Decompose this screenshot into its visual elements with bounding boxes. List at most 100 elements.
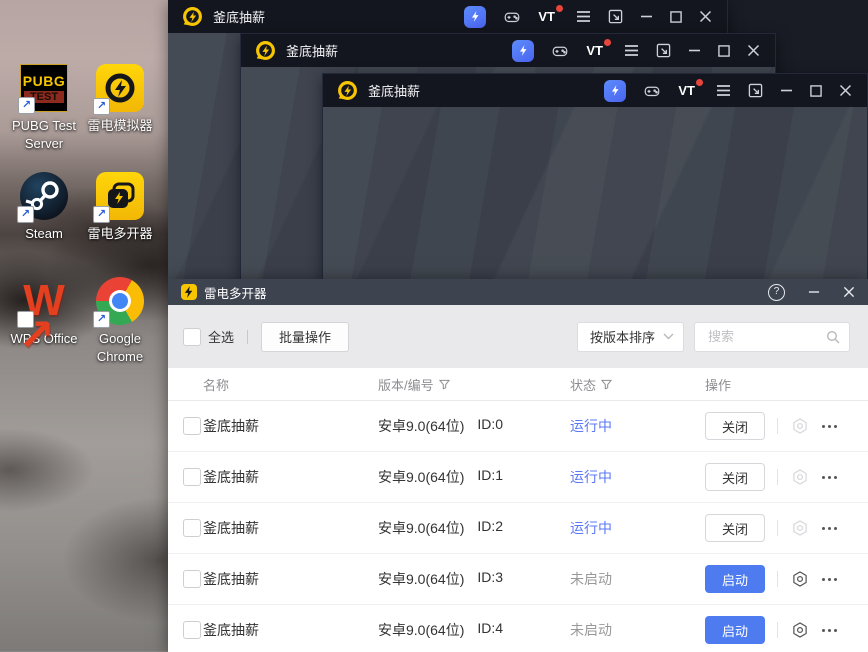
- more-options-icon[interactable]: [822, 424, 837, 428]
- instance-status: 未启动: [570, 622, 612, 638]
- float-window-icon[interactable]: [748, 83, 763, 98]
- window-title: 釜底抽薪: [286, 44, 339, 59]
- instance-table: 釜底抽薪 安卓9.0(64位) ID:0 运行中 关闭 釜底抽薪 安卓9.0(6…: [168, 401, 868, 652]
- manager-titlebar[interactable]: 雷电多开器 ?: [168, 279, 868, 305]
- select-all-label: 全选: [208, 330, 235, 345]
- gamepad-icon[interactable]: [643, 82, 661, 100]
- close-button[interactable]: [747, 44, 760, 57]
- filter-icon[interactable]: [438, 379, 450, 390]
- icon-label: Steam: [25, 226, 63, 241]
- window-title: 釜底抽薪: [213, 10, 266, 25]
- emulator-titlebar[interactable]: 釜底抽薪 VT: [323, 74, 867, 107]
- chrome-core-icon: [109, 290, 131, 312]
- steam-logo-icon: ↗: [17, 172, 68, 223]
- maximize-button[interactable]: [718, 44, 730, 57]
- instance-name: 釜底抽薪: [203, 571, 259, 587]
- vt-button[interactable]: VT: [586, 39, 611, 58]
- instance-id: ID:4: [477, 620, 504, 636]
- close-button[interactable]: [843, 286, 855, 298]
- row-checkbox[interactable]: [183, 417, 201, 435]
- maximize-button[interactable]: [670, 10, 682, 23]
- minimize-button[interactable]: [808, 286, 820, 298]
- gamepad-icon[interactable]: [551, 42, 569, 60]
- pubg-art-text: PUBG: [22, 73, 66, 89]
- emulator-titlebar[interactable]: 釜底抽薪 VT: [168, 0, 727, 33]
- float-window-icon[interactable]: [656, 43, 671, 58]
- menu-icon[interactable]: [624, 44, 639, 57]
- float-window-icon[interactable]: [608, 9, 623, 24]
- boost-icon[interactable]: [464, 5, 487, 28]
- instance-name: 釜底抽薪: [203, 520, 259, 536]
- sort-dropdown-value: 按版本排序: [590, 330, 656, 345]
- header-version: 版本/编号: [378, 375, 570, 394]
- menu-icon[interactable]: [576, 10, 591, 23]
- minimize-button[interactable]: [688, 44, 701, 57]
- instance-id: ID:0: [477, 416, 504, 432]
- settings-gear-icon[interactable]: [791, 468, 809, 486]
- close-button[interactable]: [839, 84, 852, 97]
- desktop-icon-pubg-test[interactable]: PUBG TEST ↗ PUBG Test Server: [0, 64, 88, 152]
- shortcut-arrow-icon: ↗: [93, 98, 110, 115]
- ldplayer-logo-icon: [183, 7, 202, 26]
- more-options-icon[interactable]: [822, 628, 837, 632]
- toolbar-divider: [247, 329, 249, 344]
- more-options-icon[interactable]: [822, 475, 837, 479]
- shortcut-arrow-icon: ↗: [18, 97, 35, 114]
- search-box: [694, 321, 850, 352]
- instance-row: 釜底抽薪 安卓9.0(64位) ID:1 运行中 关闭: [168, 452, 868, 503]
- instance-action-button[interactable]: 启动: [705, 616, 765, 644]
- settings-gear-icon[interactable]: [791, 519, 809, 537]
- gamepad-icon[interactable]: [503, 8, 521, 26]
- ld-multiplayer-logo-icon: ↗: [93, 172, 144, 223]
- select-all-checkbox[interactable]: [183, 327, 201, 346]
- maximize-button[interactable]: [810, 84, 822, 97]
- menu-icon[interactable]: [716, 84, 731, 97]
- chrome-logo-icon: ↗: [93, 277, 144, 328]
- settings-gear-icon[interactable]: [791, 621, 809, 639]
- desktop-icon-ldplayer[interactable]: ↗ 雷电模拟器: [76, 64, 164, 135]
- settings-gear-icon[interactable]: [791, 570, 809, 588]
- close-button[interactable]: [699, 10, 712, 23]
- row-checkbox[interactable]: [183, 621, 201, 639]
- instance-action-button[interactable]: 启动: [705, 565, 765, 593]
- row-checkbox[interactable]: [183, 570, 201, 588]
- notification-dot: [696, 79, 703, 86]
- emulator-window-3: 釜底抽薪 VT: [322, 73, 868, 280]
- desktop-icon-ld-multiplayer[interactable]: ↗ 雷电多开器: [76, 172, 164, 243]
- instance-action-button[interactable]: 关闭: [705, 514, 765, 542]
- batch-operations-button[interactable]: 批量操作: [261, 321, 350, 352]
- header-status: 状态: [570, 375, 705, 394]
- vt-button[interactable]: VT: [538, 5, 563, 24]
- more-options-icon[interactable]: [822, 526, 837, 530]
- minimize-button[interactable]: [640, 10, 653, 23]
- pubg-test-logo-icon: PUBG TEST ↗: [18, 64, 68, 114]
- instance-version: 安卓9.0(64位): [378, 520, 465, 536]
- instance-action-button[interactable]: 关闭: [705, 463, 765, 491]
- help-icon[interactable]: ?: [768, 283, 785, 301]
- row-checkbox[interactable]: [183, 468, 201, 486]
- actions-divider: [777, 418, 778, 434]
- vt-button[interactable]: VT: [678, 79, 703, 98]
- desktop-icon-google-chrome[interactable]: ↗ Google Chrome: [76, 277, 164, 365]
- row-checkbox[interactable]: [183, 519, 201, 537]
- table-header-row: 名称 版本/编号 状态 操作: [168, 368, 868, 401]
- ldplayer-logo-icon: ↗: [93, 64, 144, 115]
- actions-divider: [777, 469, 778, 485]
- header-name: 名称: [203, 377, 230, 393]
- settings-gear-icon[interactable]: [791, 417, 809, 435]
- emulator-screen[interactable]: [323, 107, 867, 279]
- actions-divider: [777, 571, 778, 587]
- shortcut-arrow-icon: ↗: [93, 311, 110, 328]
- minimize-button[interactable]: [780, 84, 793, 97]
- search-input[interactable]: [706, 328, 826, 345]
- boost-icon[interactable]: [604, 79, 627, 102]
- filter-icon[interactable]: [601, 379, 613, 390]
- multiplayer-manager-window: 雷电多开器 ? 全选 批量操作 按版本排序 搜索 名称 版本/编号 状态 操作 …: [168, 279, 868, 652]
- emulator-titlebar[interactable]: 釜底抽薪 VT: [241, 34, 775, 67]
- boost-icon[interactable]: [512, 39, 535, 62]
- instance-action-button[interactable]: 关闭: [705, 412, 765, 440]
- more-options-icon[interactable]: [822, 577, 837, 581]
- sort-dropdown[interactable]: 按版本排序: [577, 321, 684, 352]
- desktop-icon-steam[interactable]: ↗ Steam: [0, 172, 88, 243]
- desktop-icon-wps-office[interactable]: W ↗ WPS Office: [0, 277, 88, 360]
